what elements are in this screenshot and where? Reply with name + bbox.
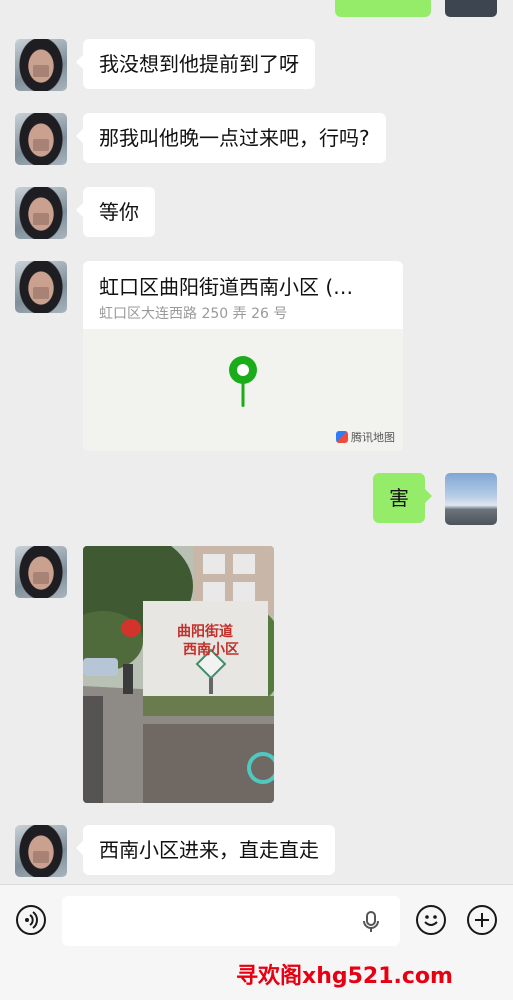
outgoing-message-bubble[interactable]: 害 — [373, 473, 432, 523]
contact-avatar[interactable] — [15, 546, 67, 598]
sign-text-line1: 曲阳街道 — [177, 623, 233, 640]
emoji-icon[interactable] — [416, 905, 446, 935]
contact-avatar[interactable] — [15, 261, 67, 313]
contact-avatar[interactable] — [15, 825, 67, 877]
microphone-icon[interactable] — [360, 910, 382, 934]
map-brand-label: 腾讯地图 — [351, 431, 395, 444]
contact-avatar[interactable] — [15, 113, 67, 165]
message-bubble[interactable]: 那我叫他晚一点过来吧，行吗? — [76, 113, 386, 163]
location-map-preview[interactable]: 腾讯地图 — [83, 329, 403, 451]
sign-text-line2: 西南小区 — [183, 641, 239, 658]
contact-avatar[interactable] — [15, 39, 67, 91]
location-card[interactable]: 虹口区曲阳街道西南小区 (… 虹口区大连西路 250 弄 26 号 腾讯地图 — [83, 261, 403, 451]
voice-icon[interactable] — [16, 905, 46, 935]
message-bubble[interactable]: 我没想到他提前到了呀 — [76, 39, 315, 89]
message-input[interactable] — [62, 896, 400, 946]
previous-outgoing-bubble[interactable] — [335, 0, 431, 17]
map-brand: 腾讯地图 — [336, 429, 395, 445]
chat-input-bar — [0, 884, 513, 955]
photo-message[interactable]: 曲阳街道 西南小区 — [83, 546, 274, 803]
self-avatar[interactable] — [445, 473, 497, 525]
location-address: 虹口区大连西路 250 弄 26 号 — [99, 306, 288, 322]
map-pin-icon — [229, 356, 257, 407]
street-photo: 曲阳街道 西南小区 — [83, 546, 274, 803]
previous-self-avatar[interactable] — [445, 0, 497, 17]
watermark: 寻欢阁xhg521.com — [236, 964, 453, 989]
contact-avatar[interactable] — [15, 187, 67, 239]
location-title: 虹口区曲阳街道西南小区 (… — [99, 275, 354, 299]
message-bubble[interactable]: 等你 — [76, 187, 155, 237]
plus-icon[interactable] — [467, 905, 497, 935]
message-bubble[interactable]: 西南小区进来，直走直走 — [76, 825, 335, 875]
tencent-map-logo-icon — [336, 431, 348, 443]
